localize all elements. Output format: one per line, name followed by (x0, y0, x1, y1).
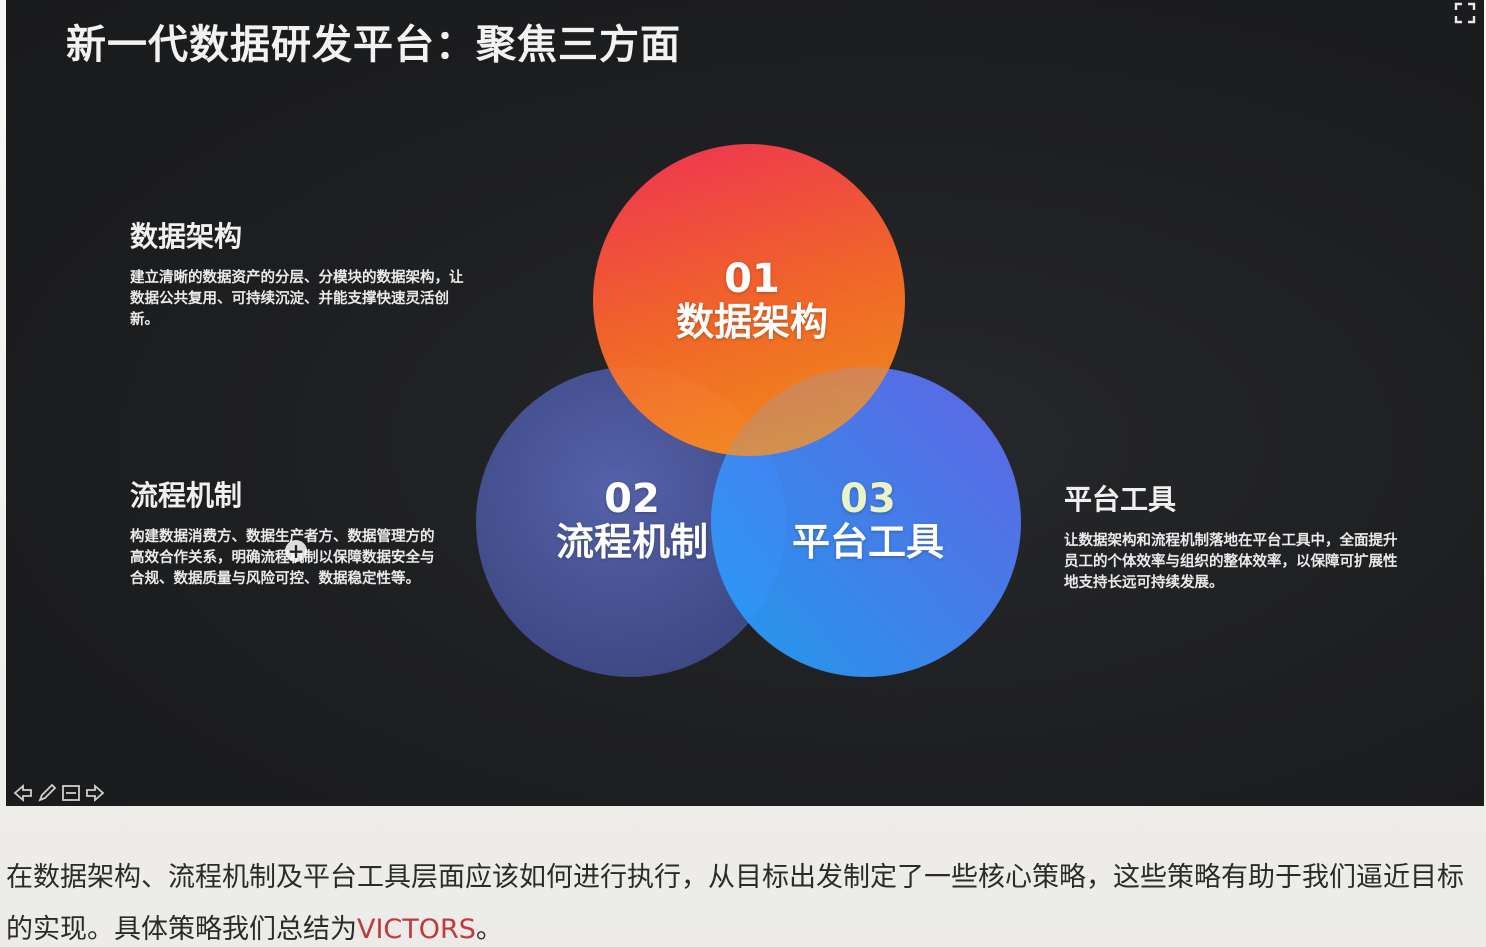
menu-icon[interactable] (60, 782, 82, 804)
circle-label-01: 01 数据架构 (642, 258, 862, 344)
platform-description: 让数据架构和流程机制落地在平台工具中，全面提升员工的个体效率与组织的整体效率，以… (1064, 532, 1398, 591)
architecture-description: 建立清晰的数据资产的分层、分模块的数据架构，让数据公共复用、可持续沉淀、并能支撑… (130, 269, 464, 328)
pen-icon[interactable] (36, 782, 58, 804)
circle-label-03: 03 平台工具 (758, 478, 978, 564)
slide-navigation (12, 782, 106, 804)
fullscreen-icon[interactable] (1454, 2, 1476, 24)
process-block: 流程机制 构建数据消费方、数据生产者方、数据管理方的高效合作关系，明确流程机制以… (130, 474, 440, 589)
caption-suffix: 。 (475, 914, 503, 945)
platform-heading: 平台工具 (1064, 483, 1177, 516)
slide-title: 新一代数据研发平台：聚焦三方面 (66, 22, 681, 68)
process-heading: 流程机制 (130, 479, 243, 512)
circle-number-01: 01 (724, 256, 780, 302)
venn-diagram (476, 144, 1021, 677)
circle-name-02: 流程机制 (555, 520, 708, 564)
architecture-heading: 数据架构 (130, 220, 243, 253)
caption-paragraph: 在数据架构、流程机制及平台工具层面应该如何进行执行，从目标出发制定了一些核心策略… (6, 852, 1476, 947)
caption-highlight: VICTORS (357, 914, 476, 945)
circle-label-02: 02 流程机制 (522, 478, 742, 564)
process-description: 构建数据消费方、数据生产者方、数据管理方的高效合作关系，明确流程机制以保障数据安… (130, 528, 435, 587)
circle-name-03: 平台工具 (791, 520, 944, 564)
caption-text: 在数据架构、流程机制及平台工具层面应该如何进行执行，从目标出发制定了一些核心策略… (6, 862, 1464, 945)
circle-name-01: 数据架构 (675, 300, 828, 344)
next-arrow-icon[interactable] (84, 782, 106, 804)
plus-cursor-icon: + (285, 540, 307, 562)
circle-number-02: 02 (604, 476, 660, 522)
prev-arrow-icon[interactable] (12, 782, 34, 804)
circle-number-03: 03 (840, 476, 896, 522)
page: 新一代数据研发平台：聚焦三方面 01 数据架构 02 流程机制 03 平台工具 … (0, 0, 1486, 947)
presentation-slide: 新一代数据研发平台：聚焦三方面 01 数据架构 02 流程机制 03 平台工具 … (6, 0, 1484, 806)
architecture-block: 数据架构 建立清晰的数据资产的分层、分模块的数据架构，让数据公共复用、可持续沉淀… (130, 215, 470, 330)
platform-block: 平台工具 让数据架构和流程机制落地在平台工具中，全面提升员工的个体效率与组织的整… (1064, 478, 1409, 593)
